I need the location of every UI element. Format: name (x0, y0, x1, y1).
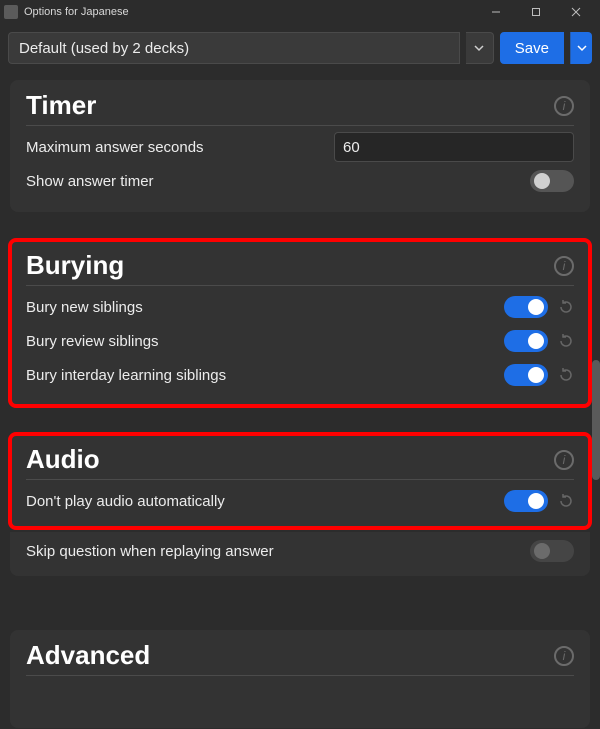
window-title: Options for Japanese (24, 6, 129, 18)
max-answer-seconds-input[interactable]: 60 (334, 132, 574, 162)
info-icon[interactable]: i (554, 96, 574, 116)
advanced-heading: Advanced i (26, 640, 574, 676)
scrollbar[interactable] (592, 360, 600, 480)
audio-panel-extra: Skip question when replaying answer (10, 532, 590, 576)
bury-interday-label: Bury interday learning siblings (26, 367, 226, 384)
reset-icon[interactable] (558, 333, 574, 349)
save-button[interactable]: Save (500, 32, 564, 64)
save-label: Save (515, 40, 549, 57)
timer-heading-text: Timer (26, 90, 96, 121)
maximize-button[interactable] (516, 0, 556, 24)
info-icon[interactable]: i (554, 646, 574, 666)
bury-interday-row: Bury interday learning siblings (26, 358, 574, 392)
show-answer-timer-toggle[interactable] (530, 170, 574, 192)
info-icon[interactable]: i (554, 256, 574, 276)
content-area: Timer i Maximum answer seconds 60 Show a… (0, 72, 600, 728)
app-icon (4, 5, 18, 19)
burying-heading-text: Burying (26, 250, 124, 281)
show-answer-timer-row: Show answer timer (26, 164, 574, 198)
advanced-truncated-row (26, 680, 574, 714)
advanced-heading-text: Advanced (26, 640, 150, 671)
bury-new-row: Bury new siblings (26, 290, 574, 324)
dont-autoplay-row: Don't play audio automatically (26, 484, 574, 518)
skip-question-row: Skip question when replaying answer (26, 534, 574, 568)
timer-heading: Timer i (26, 90, 574, 126)
bury-new-toggle[interactable] (504, 296, 548, 318)
burying-heading: Burying i (26, 250, 574, 286)
bury-interday-toggle[interactable] (504, 364, 548, 386)
save-dropdown-caret[interactable] (570, 32, 592, 64)
max-answer-seconds-value: 60 (343, 139, 360, 156)
max-answer-seconds-row: Maximum answer seconds 60 (26, 130, 574, 164)
audio-panel: Audio i Don't play audio automatically (10, 434, 590, 528)
show-answer-timer-label: Show answer timer (26, 173, 154, 190)
skip-question-label: Skip question when replaying answer (26, 543, 274, 560)
bury-review-row: Bury review siblings (26, 324, 574, 358)
preset-select[interactable]: Default (used by 2 decks) (8, 32, 460, 64)
reset-icon[interactable] (558, 299, 574, 315)
audio-heading: Audio i (26, 444, 574, 480)
dont-autoplay-toggle[interactable] (504, 490, 548, 512)
reset-icon[interactable] (558, 493, 574, 509)
close-button[interactable] (556, 0, 596, 24)
skip-question-toggle[interactable] (530, 540, 574, 562)
titlebar: Options for Japanese (0, 0, 600, 24)
top-toolbar: Default (used by 2 decks) Save (0, 24, 600, 72)
preset-dropdown-caret[interactable] (466, 32, 494, 64)
minimize-button[interactable] (476, 0, 516, 24)
info-icon[interactable]: i (554, 450, 574, 470)
advanced-panel: Advanced i (10, 630, 590, 728)
max-answer-seconds-label: Maximum answer seconds (26, 139, 204, 156)
window-controls (476, 0, 596, 24)
bury-new-label: Bury new siblings (26, 299, 143, 316)
burying-panel: Burying i Bury new siblings Bury review … (10, 240, 590, 406)
preset-label: Default (used by 2 decks) (19, 40, 189, 57)
bury-review-toggle[interactable] (504, 330, 548, 352)
dont-autoplay-label: Don't play audio automatically (26, 493, 225, 510)
audio-heading-text: Audio (26, 444, 100, 475)
bury-review-label: Bury review siblings (26, 333, 159, 350)
reset-icon[interactable] (558, 367, 574, 383)
timer-panel: Timer i Maximum answer seconds 60 Show a… (10, 80, 590, 212)
